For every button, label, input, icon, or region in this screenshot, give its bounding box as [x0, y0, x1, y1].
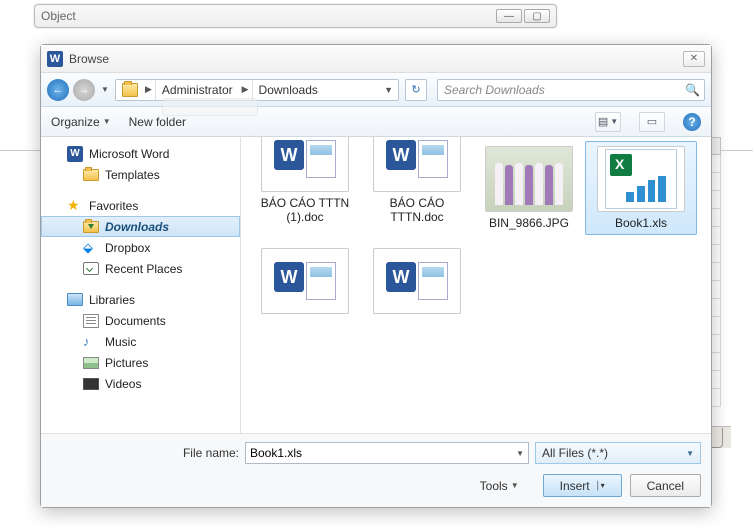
nav-item-documents[interactable]: Documents — [41, 310, 240, 331]
back-button[interactable]: ← — [47, 79, 69, 101]
disabled-title-button — [162, 98, 258, 116]
file-label: BIN_9866.JPG — [489, 216, 569, 230]
search-box[interactable]: 🔍 — [437, 79, 705, 101]
nav-label: Pictures — [105, 356, 148, 370]
forward-button[interactable]: → — [73, 79, 95, 101]
breadcrumb-seg-1[interactable]: Administrator — [155, 80, 239, 100]
chevron-down-icon[interactable]: ▼ — [381, 85, 396, 95]
toolbar: Organize▼ New folder ▤ ▼ ▭ ? — [41, 107, 711, 137]
chevron-down-icon[interactable]: ▼ — [516, 449, 524, 458]
nav-item-pictures[interactable]: Pictures — [41, 352, 240, 373]
nav-label: Videos — [105, 377, 141, 391]
file-label: BÁO CÁO TTTN (1).doc — [255, 196, 355, 225]
file-item-selected[interactable]: Book1.xls — [585, 141, 697, 235]
address-breadcrumb[interactable]: ▶ Administrator ▶ Downloads ▼ — [115, 79, 399, 101]
chevron-down-icon[interactable]: ▼ — [686, 449, 694, 458]
nav-label: Libraries — [89, 293, 135, 307]
nav-label: Favorites — [89, 199, 138, 213]
nav-group-word[interactable]: WMicrosoft Word — [41, 143, 240, 164]
file-label: BÁO CÁO TTTN.doc — [367, 196, 467, 225]
nav-label: Dropbox — [105, 241, 150, 255]
history-dropdown-icon[interactable]: ▼ — [99, 79, 111, 101]
minimize-button[interactable]: — — [496, 9, 522, 23]
nav-item-templates[interactable]: Templates — [41, 164, 240, 185]
filename-label: File name: — [51, 446, 239, 460]
nav-group-favorites[interactable]: ★Favorites — [41, 195, 240, 216]
tools-button[interactable]: Tools▼ — [464, 474, 535, 497]
file-item[interactable]: W — [361, 243, 473, 319]
object-dialog-titlebar: Object — ▢ — [34, 4, 557, 28]
nav-label: Templates — [105, 168, 160, 182]
file-type-filter[interactable]: All Files (*.*) ▼ — [535, 442, 701, 464]
cancel-button[interactable]: Cancel — [630, 474, 701, 497]
nav-label: Recent Places — [105, 262, 182, 276]
search-input[interactable] — [442, 82, 685, 98]
nav-label: Microsoft Word — [89, 147, 169, 161]
new-folder-button[interactable]: New folder — [129, 115, 186, 129]
word-app-icon: W — [47, 51, 63, 67]
browse-title: Browse — [69, 52, 683, 66]
nav-item-videos[interactable]: Videos — [41, 373, 240, 394]
filename-combobox[interactable]: Book1.xls ▼ — [245, 442, 529, 464]
preview-pane-button[interactable]: ▭ — [639, 112, 665, 132]
organize-button[interactable]: Organize▼ — [51, 115, 111, 129]
nav-item-dropbox[interactable]: ⬙Dropbox — [41, 237, 240, 258]
insert-button[interactable]: Insert│▾ — [543, 474, 622, 497]
file-item[interactable]: W BÁO CÁO TTTN (1).doc — [249, 137, 361, 235]
breadcrumb-seg-2[interactable]: Downloads — [252, 80, 324, 100]
folder-icon — [122, 83, 138, 97]
word-doc-icon: W — [261, 248, 349, 314]
nav-label: Music — [105, 335, 136, 349]
file-item[interactable]: W — [249, 243, 361, 319]
filename-value: Book1.xls — [250, 446, 516, 460]
search-icon[interactable]: 🔍 — [685, 83, 700, 97]
address-bar-row: ← → ▼ ▶ Administrator ▶ Downloads ▼ ↻ 🔍 — [41, 73, 711, 107]
file-item[interactable]: W BÁO CÁO TTTN.doc — [361, 137, 473, 235]
dialog-bottom-bar: File name: Book1.xls ▼ All Files (*.*) ▼… — [41, 433, 711, 507]
file-label: Book1.xls — [615, 216, 667, 230]
browse-titlebar: W Browse ✕ — [41, 45, 711, 73]
help-icon[interactable]: ? — [683, 113, 701, 131]
chevron-right-icon[interactable]: ▶ — [142, 84, 155, 95]
nav-label: Downloads — [105, 220, 169, 234]
nav-item-recent[interactable]: Recent Places — [41, 258, 240, 279]
nav-group-libraries[interactable]: Libraries — [41, 289, 240, 310]
view-mode-button[interactable]: ▤ ▼ — [595, 112, 621, 132]
browse-dialog: W Browse ✕ ← → ▼ ▶ Administrator ▶ Downl… — [40, 44, 712, 508]
nav-item-downloads[interactable]: Downloads — [41, 216, 240, 237]
excel-file-icon — [597, 146, 685, 212]
object-dialog-title: Object — [41, 9, 496, 23]
word-doc-icon: W — [373, 137, 461, 192]
image-thumbnail — [485, 146, 573, 212]
nav-item-music[interactable]: ♪Music — [41, 331, 240, 352]
maximize-button[interactable]: ▢ — [524, 9, 550, 23]
refresh-button[interactable]: ↻ — [405, 79, 427, 101]
file-list-pane[interactable]: W BÁO CÁO TTTN (1).doc W BÁO CÁO TTTN.do… — [241, 137, 711, 433]
word-doc-icon: W — [261, 137, 349, 192]
word-doc-icon: W — [373, 248, 461, 314]
navigation-pane: WMicrosoft Word Templates ★Favorites Dow… — [41, 137, 241, 433]
nav-label: Documents — [105, 314, 166, 328]
filter-value: All Files (*.*) — [542, 446, 686, 460]
close-button[interactable]: ✕ — [683, 51, 705, 67]
chevron-right-icon[interactable]: ▶ — [239, 84, 252, 95]
file-item[interactable]: BIN_9866.JPG — [473, 141, 585, 235]
